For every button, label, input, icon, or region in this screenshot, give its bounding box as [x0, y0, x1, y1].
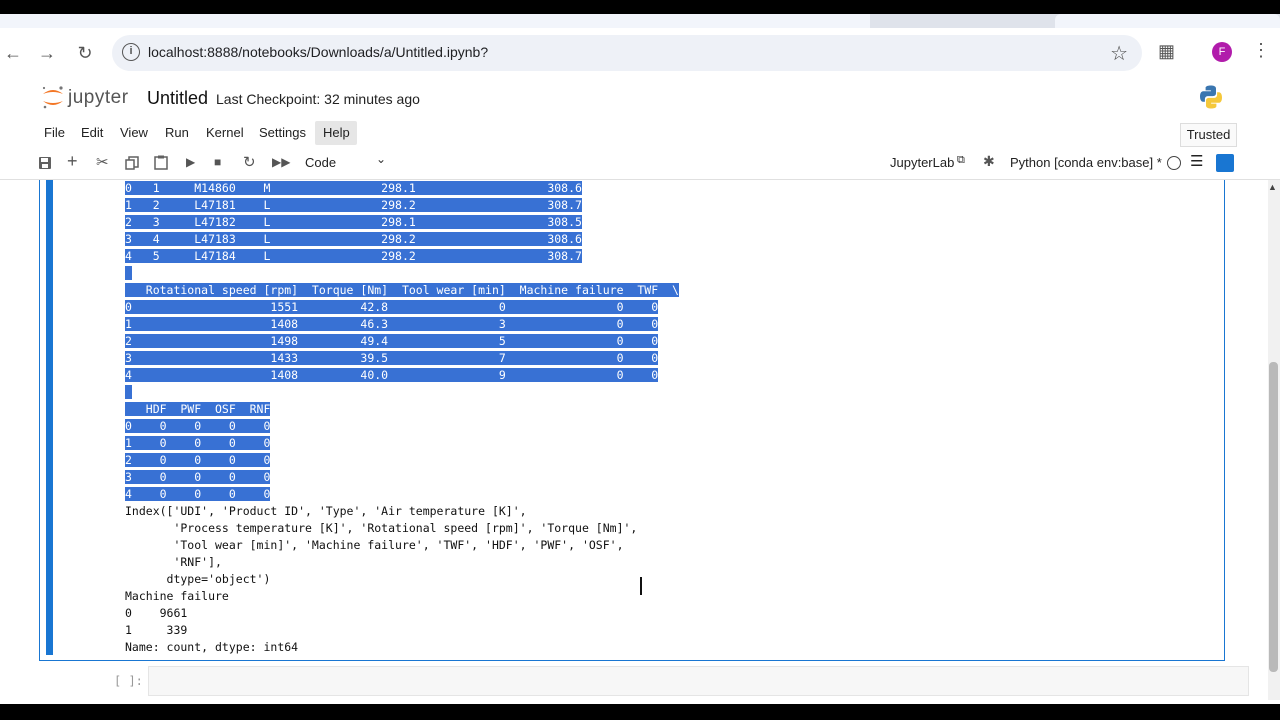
profile-avatar[interactable]: F: [1212, 42, 1232, 62]
output-row: 3 4 L47183 L 298.2 308.6: [125, 232, 582, 246]
notebook-panel: 0 1 M14860 M 298.1 308.6 1 2 L47181 L 29…: [0, 180, 1268, 720]
output-line: Name: count, dtype: int64: [125, 640, 299, 654]
empty-code-cell[interactable]: [ ]:: [30, 660, 1249, 710]
output-blank-line: [125, 266, 132, 280]
output-row: 2 3 L47182 L 298.1 308.5: [125, 215, 582, 229]
output-line: 'RNF'],: [125, 555, 222, 569]
python-logo-icon: [1200, 85, 1222, 109]
kernel-name[interactable]: Python [conda env:base] *: [1010, 155, 1162, 170]
fast-forward-icon[interactable]: ▶▶: [272, 155, 290, 169]
active-tab[interactable]: [0, 14, 870, 28]
notebook-toolbar: + ✂ ▶ ■ ↻ ▶▶ Code ⌄ JupyterLab ⧉ ✱ Pytho…: [0, 148, 1280, 180]
cell-prompt: [ ]:: [114, 674, 143, 688]
cell-input-editor[interactable]: [148, 666, 1249, 696]
scrollbar-thumb[interactable]: [1269, 362, 1278, 672]
output-line: 0 9661: [125, 606, 188, 620]
jupyter-header: jupyter Untitled Last Checkpoint: 32 min…: [0, 78, 1280, 118]
url-text[interactable]: localhost:8888/notebooks/Downloads/a/Unt…: [148, 44, 488, 60]
output-row: 2 1498 49.4 5 0 0: [125, 334, 659, 348]
cell-output: 0 1 M14860 M 298.1 308.6 1 2 L47181 L 29…: [125, 180, 679, 656]
menu-help[interactable]: Help: [323, 125, 350, 140]
forward-arrow-icon[interactable]: →: [36, 42, 58, 64]
kernel-status-icon: [1167, 156, 1181, 170]
address-bar[interactable]: i localhost:8888/notebooks/Downloads/a/U…: [112, 35, 1142, 71]
jupyterlab-link[interactable]: JupyterLab: [890, 155, 954, 170]
menu-view[interactable]: View: [120, 125, 148, 140]
hamburger-menu-icon[interactable]: ☰: [1190, 152, 1203, 170]
debugger-bug-icon[interactable]: ✱: [983, 153, 995, 170]
stop-icon[interactable]: ■: [214, 155, 221, 169]
menu-edit[interactable]: Edit: [81, 125, 103, 140]
output-row: 1 1408 46.3 3 0 0: [125, 317, 659, 331]
jupyter-logo-icon[interactable]: [40, 84, 66, 110]
save-icon[interactable]: [38, 156, 52, 170]
text-cursor-icon: [640, 577, 642, 595]
last-checkpoint: Last Checkpoint: 32 minutes ago: [216, 91, 420, 107]
output-row: 3 0 0 0 0: [125, 470, 271, 484]
copy-icon[interactable]: [125, 156, 139, 170]
add-cell-icon[interactable]: +: [67, 151, 78, 172]
output-row: 4 5 L47184 L 298.2 308.7: [125, 249, 582, 263]
paste-icon[interactable]: [154, 155, 168, 170]
output-row: 2 0 0 0 0: [125, 453, 271, 467]
back-arrow-icon[interactable]: ←: [2, 42, 24, 64]
browser-tab[interactable]: [1055, 14, 1280, 28]
output-header: Rotational speed [rpm] Torque [Nm] Tool …: [125, 283, 679, 297]
output-line: 1 339: [125, 623, 188, 637]
output-row: 1 2 L47181 L 298.2 308.7: [125, 198, 582, 212]
kebab-menu-icon[interactable]: ⋮: [1252, 40, 1270, 61]
jupyter-brand[interactable]: jupyter: [68, 87, 129, 109]
browser-toolbar: ← → ↻ i localhost:8888/notebooks/Downloa…: [0, 28, 1280, 79]
trusted-indicator[interactable]: Trusted: [1180, 123, 1237, 147]
cell-type-select[interactable]: Code: [305, 155, 336, 170]
output-line: 'Process temperature [K]', 'Rotational s…: [125, 521, 638, 535]
reload-icon[interactable]: ↻: [74, 42, 96, 64]
output-row: 3 1433 39.5 7 0 0: [125, 351, 659, 365]
notebook-title[interactable]: Untitled: [147, 88, 208, 109]
output-row: 1 0 0 0 0: [125, 436, 271, 450]
menu-file[interactable]: File: [44, 125, 65, 140]
output-row: 0 0 0 0 0: [125, 419, 271, 433]
star-icon[interactable]: ☆: [1110, 41, 1128, 66]
output-blank-line: [125, 385, 132, 399]
chevron-down-icon[interactable]: ⌄: [376, 152, 386, 166]
output-line: dtype='object'): [125, 572, 271, 586]
output-line: Machine failure: [125, 589, 229, 603]
cut-icon[interactable]: ✂: [96, 153, 109, 171]
output-row: 0 1 M14860 M 298.1 308.6: [125, 181, 582, 195]
external-link-icon[interactable]: ⧉: [957, 154, 965, 167]
os-bottom-bar: [0, 704, 1280, 720]
run-icon[interactable]: ▶: [186, 155, 195, 169]
output-line: 'Tool wear [min]', 'Machine failure', 'T…: [125, 538, 624, 552]
scroll-up-arrow-icon[interactable]: ▲: [1268, 182, 1277, 192]
menu-bar: File Edit View Run Kernel Settings Help …: [0, 118, 1280, 149]
output-row: 0 1551 42.8 0 0 0: [125, 300, 659, 314]
output-row: 4 1408 40.0 9 0 0: [125, 368, 659, 382]
menu-run[interactable]: Run: [165, 125, 189, 140]
output-header: HDF PWF OSF RNF: [125, 402, 271, 416]
output-line: Index(['UDI', 'Product ID', 'Type', 'Air…: [125, 504, 527, 518]
cell-collapser[interactable]: [46, 180, 53, 655]
extensions-icon[interactable]: ▦: [1158, 41, 1175, 62]
property-inspector-icon[interactable]: [1216, 154, 1234, 172]
menu-kernel[interactable]: Kernel: [206, 125, 244, 140]
restart-icon[interactable]: ↻: [243, 153, 256, 171]
info-icon[interactable]: i: [122, 43, 140, 61]
menu-settings[interactable]: Settings: [259, 125, 306, 140]
output-row: 4 0 0 0 0: [125, 487, 271, 501]
